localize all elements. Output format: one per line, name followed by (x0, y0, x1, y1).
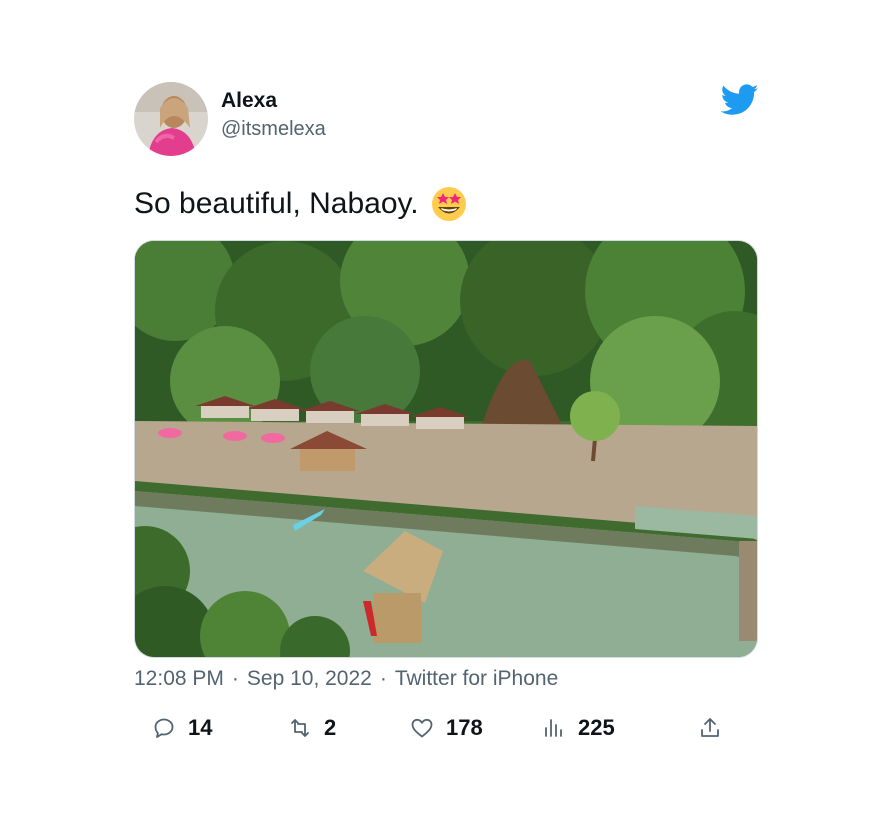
tweet-date[interactable]: Sep 10, 2022 (247, 667, 372, 691)
retweet-icon (291, 719, 309, 737)
tweet-source[interactable]: Twitter for iPhone (395, 667, 558, 691)
tweet-text-row: So beautiful, Nabaoy. (134, 184, 467, 224)
like-button[interactable]: 178 (410, 708, 483, 748)
tweet-photo[interactable] (134, 240, 758, 658)
retweet-count: 2 (324, 715, 337, 740)
reply-count: 14 (188, 715, 213, 740)
twitter-bird-icon[interactable] (720, 84, 759, 116)
star-struck-emoji-icon (431, 186, 467, 222)
views-chart-icon (545, 719, 562, 737)
share-icon (701, 718, 719, 737)
tweet-time[interactable]: 12:08 PM (134, 667, 224, 691)
avatar-image (134, 82, 208, 156)
retweet-button[interactable]: 2 (288, 708, 336, 748)
views-count: 225 (578, 715, 615, 740)
share-button[interactable] (698, 708, 722, 748)
tweet-text: So beautiful, Nabaoy. (134, 187, 419, 220)
meta-separator: · (231, 667, 239, 690)
photo-image (135, 241, 757, 657)
reply-button[interactable]: 14 (152, 708, 212, 748)
tweet-meta: 12:08 PM · Sep 10, 2022 · Twitter for iP… (134, 667, 558, 691)
reply-icon (154, 718, 174, 738)
heart-icon (411, 718, 433, 738)
author-handle[interactable]: @itsmelexa (221, 118, 326, 141)
like-count: 178 (446, 715, 483, 740)
avatar[interactable] (134, 82, 208, 156)
views-button[interactable]: 225 (542, 708, 615, 748)
author-name[interactable]: Alexa (221, 89, 277, 113)
tweet-actions: 14 2 178 225 (152, 708, 732, 748)
meta-separator: · (379, 667, 387, 690)
